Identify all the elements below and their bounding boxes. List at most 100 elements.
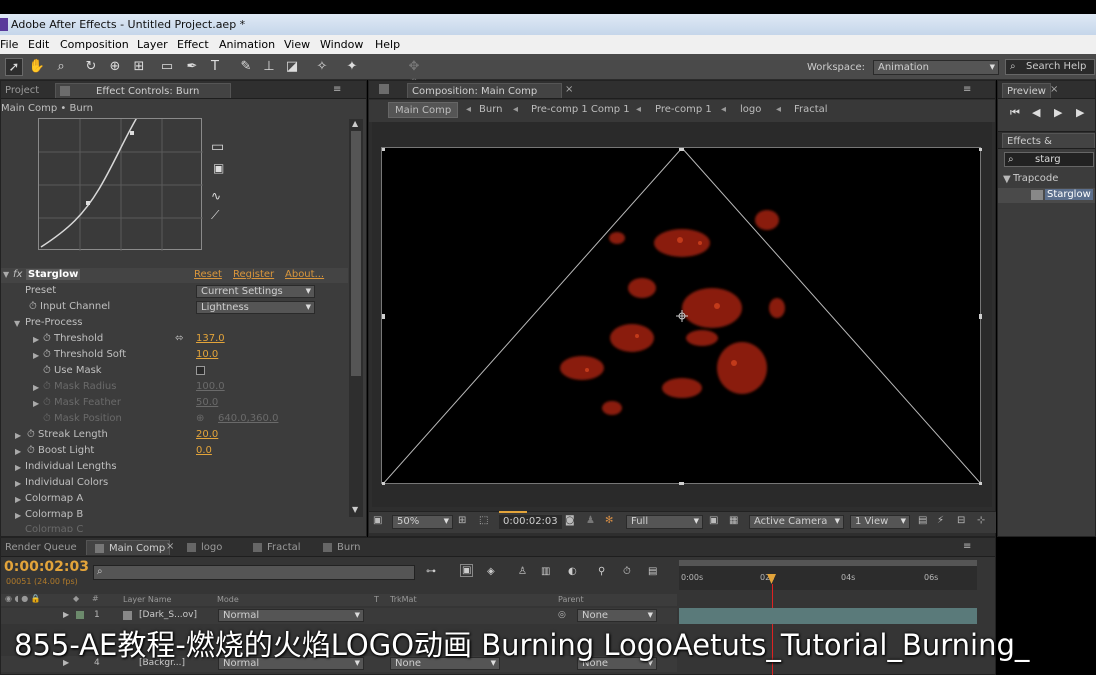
colormap-c-group[interactable]: Colormap C <box>25 524 83 532</box>
menu-layer[interactable]: Layer <box>137 38 168 51</box>
tab-preview[interactable]: Preview <box>1002 83 1051 98</box>
tab-render-queue[interactable]: Render Queue <box>1 540 81 555</box>
breadcrumb-precomp-1-comp-1[interactable]: Pre-comp 1 Comp 1 <box>531 102 630 118</box>
breadcrumb-fractal[interactable]: Fractal <box>794 102 828 118</box>
open-folder-icon[interactable]: ▭ <box>211 139 231 155</box>
timeline-current-time[interactable]: 0:00:02:03 <box>4 559 89 575</box>
camera-orbit-tool-icon[interactable]: ⊕ <box>106 58 124 76</box>
menu-file[interactable]: File <box>0 38 18 51</box>
trkmat-header[interactable]: TrkMat <box>390 595 417 604</box>
about-link[interactable]: About... <box>285 269 324 280</box>
clone-stamp-tool-icon[interactable]: ⊥ <box>260 58 278 76</box>
expand-threshold-soft-icon[interactable]: ▶ <box>33 351 39 360</box>
flowchart-icon[interactable]: ⊹ <box>977 515 985 526</box>
frame-blending-icon[interactable]: ▥ <box>541 566 550 577</box>
show-snapshot-icon[interactable]: ♟ <box>586 515 595 526</box>
reset-link[interactable]: Reset <box>194 269 222 280</box>
view-layout-dropdown[interactable]: 1 View <box>850 515 910 529</box>
first-frame-icon[interactable]: ⏮ <box>1010 106 1020 120</box>
comp-lock-icon[interactable] <box>379 84 389 94</box>
close-preview-tab-icon[interactable]: × <box>1050 84 1058 95</box>
tab-effect-controls[interactable]: Effect Controls: Burn <box>55 83 231 98</box>
eraser-tool-icon[interactable]: ◪ <box>283 58 301 76</box>
parent-header[interactable]: Parent <box>558 595 584 604</box>
close-main-comp-tab-icon[interactable]: × <box>166 541 174 552</box>
tab-logo[interactable]: logo <box>181 540 226 555</box>
brainstorm-icon[interactable]: ⚲ <box>598 566 605 577</box>
toggle-pixel-aspect-icon[interactable]: ▤ <box>918 515 927 526</box>
rotate-tool-icon[interactable]: ↻ <box>82 58 100 76</box>
layer-1-label-color[interactable] <box>76 611 84 619</box>
tab-effects-presets[interactable]: Effects & Presets <box>1002 133 1095 162</box>
brush-tool-icon[interactable]: ✎ <box>237 58 255 76</box>
fx-icon[interactable]: fx <box>13 269 22 280</box>
effect-item-starglow[interactable]: Starglow <box>1045 189 1093 200</box>
timeline-search-field[interactable]: ⌕ <box>93 565 415 580</box>
hide-shy-layers-icon[interactable]: ♙ <box>518 566 527 577</box>
magnification-dropdown[interactable]: 50% <box>392 515 453 529</box>
search-help-field[interactable]: ⌕ Search Help <box>1005 59 1095 75</box>
expand-individual-colors-icon[interactable]: ▶ <box>15 479 21 488</box>
rectangle-tool-icon[interactable]: ▭ <box>158 58 176 76</box>
close-comp-tab-icon[interactable]: × <box>565 84 573 95</box>
tab-main-comp[interactable]: Main Comp <box>86 540 171 555</box>
individual-colors-group[interactable]: Individual Colors <box>25 477 108 488</box>
current-time-display[interactable]: 0:00:02:03 <box>499 515 562 529</box>
snapshot-camera-icon[interactable]: ◙ <box>565 515 575 526</box>
colormap-b-group[interactable]: Colormap B <box>25 509 83 520</box>
next-frame-icon[interactable]: ▶ <box>1076 106 1084 119</box>
selection-tool-icon[interactable]: ➚ <box>5 58 23 76</box>
play-icon[interactable]: ▶ <box>1054 106 1062 119</box>
previous-frame-icon[interactable]: ◀ <box>1032 106 1040 119</box>
comp-canvas[interactable] <box>380 146 984 487</box>
expand-boost-light-icon[interactable]: ▶ <box>15 447 21 456</box>
effect-controls-scrollbar[interactable]: ▲ ▼ <box>349 119 363 517</box>
draft-3d-icon[interactable]: ◈ <box>487 566 495 577</box>
menu-composition[interactable]: Composition <box>60 38 129 51</box>
threshold-value[interactable]: 137.0 <box>196 333 225 344</box>
colormap-a-group[interactable]: Colormap A <box>25 493 83 504</box>
streak-length-value[interactable]: 20.0 <box>196 429 218 440</box>
timeline-menu-icon[interactable]: ≡ <box>963 541 971 552</box>
breadcrumb-main-comp[interactable]: Main Comp <box>388 102 459 118</box>
menu-view[interactable]: View <box>284 38 310 51</box>
scroll-down-icon[interactable]: ▼ <box>352 505 358 514</box>
resolution-dropdown[interactable]: Full <box>626 515 703 529</box>
curve-graph[interactable] <box>38 113 203 251</box>
threshold-soft-value[interactable]: 10.0 <box>196 349 218 360</box>
layer-1-parent-dropdown[interactable]: None <box>577 609 657 622</box>
panel-menu-icon[interactable]: ≡ <box>333 84 341 95</box>
puppet-pin-tool-icon[interactable]: ✦ <box>343 58 361 76</box>
workspace-dropdown[interactable]: Animation <box>873 60 999 75</box>
breadcrumb-logo[interactable]: logo <box>740 102 761 118</box>
scrollbar-thumb[interactable] <box>351 131 361 376</box>
menu-edit[interactable]: Edit <box>28 38 49 51</box>
expand-individual-lengths-icon[interactable]: ▶ <box>15 463 21 472</box>
effects-search-field[interactable]: ⌕ starg <box>1004 152 1094 167</box>
expand-colormap-b-icon[interactable]: ▶ <box>15 511 21 520</box>
expand-colormap-a-icon[interactable]: ▶ <box>15 495 21 504</box>
expand-layer-1-icon[interactable]: ▶ <box>63 610 69 619</box>
auto-keyframe-icon[interactable]: ⏱ <box>623 566 631 577</box>
preset-dropdown[interactable]: Current Settings <box>196 285 315 298</box>
boost-light-value[interactable]: 0.0 <box>196 445 212 456</box>
effects-category-trapcode[interactable]: Trapcode <box>1013 173 1058 184</box>
motion-blur-icon[interactable]: ◐ <box>568 566 577 577</box>
use-mask-checkbox[interactable] <box>196 366 205 375</box>
t-header[interactable]: T <box>374 595 379 604</box>
work-area-bar[interactable] <box>679 560 977 566</box>
graph-editor-icon[interactable]: ▤ <box>648 566 657 577</box>
scroll-up-icon[interactable]: ▲ <box>352 119 358 128</box>
breadcrumb-burn[interactable]: Burn <box>479 102 502 118</box>
hand-tool-icon[interactable]: ✋ <box>28 58 46 76</box>
fast-previews-icon[interactable]: ⚡ <box>937 515 944 526</box>
time-ruler[interactable]: 0:00s 02s 04s 06s <box>679 560 977 590</box>
expand-streak-length-icon[interactable]: ▶ <box>15 431 21 440</box>
tab-project[interactable]: Project <box>1 83 43 98</box>
region-of-interest-icon[interactable]: ▣ <box>709 515 718 526</box>
comp-mini-flowchart-icon[interactable]: ⊶ <box>426 566 436 577</box>
menu-window[interactable]: Window <box>320 38 363 51</box>
expand-preprocess-icon[interactable]: ▼ <box>14 319 20 328</box>
tab-composition[interactable]: Composition: Main Comp <box>407 83 562 98</box>
layer-1-mode-dropdown[interactable]: Normal <box>218 609 364 622</box>
